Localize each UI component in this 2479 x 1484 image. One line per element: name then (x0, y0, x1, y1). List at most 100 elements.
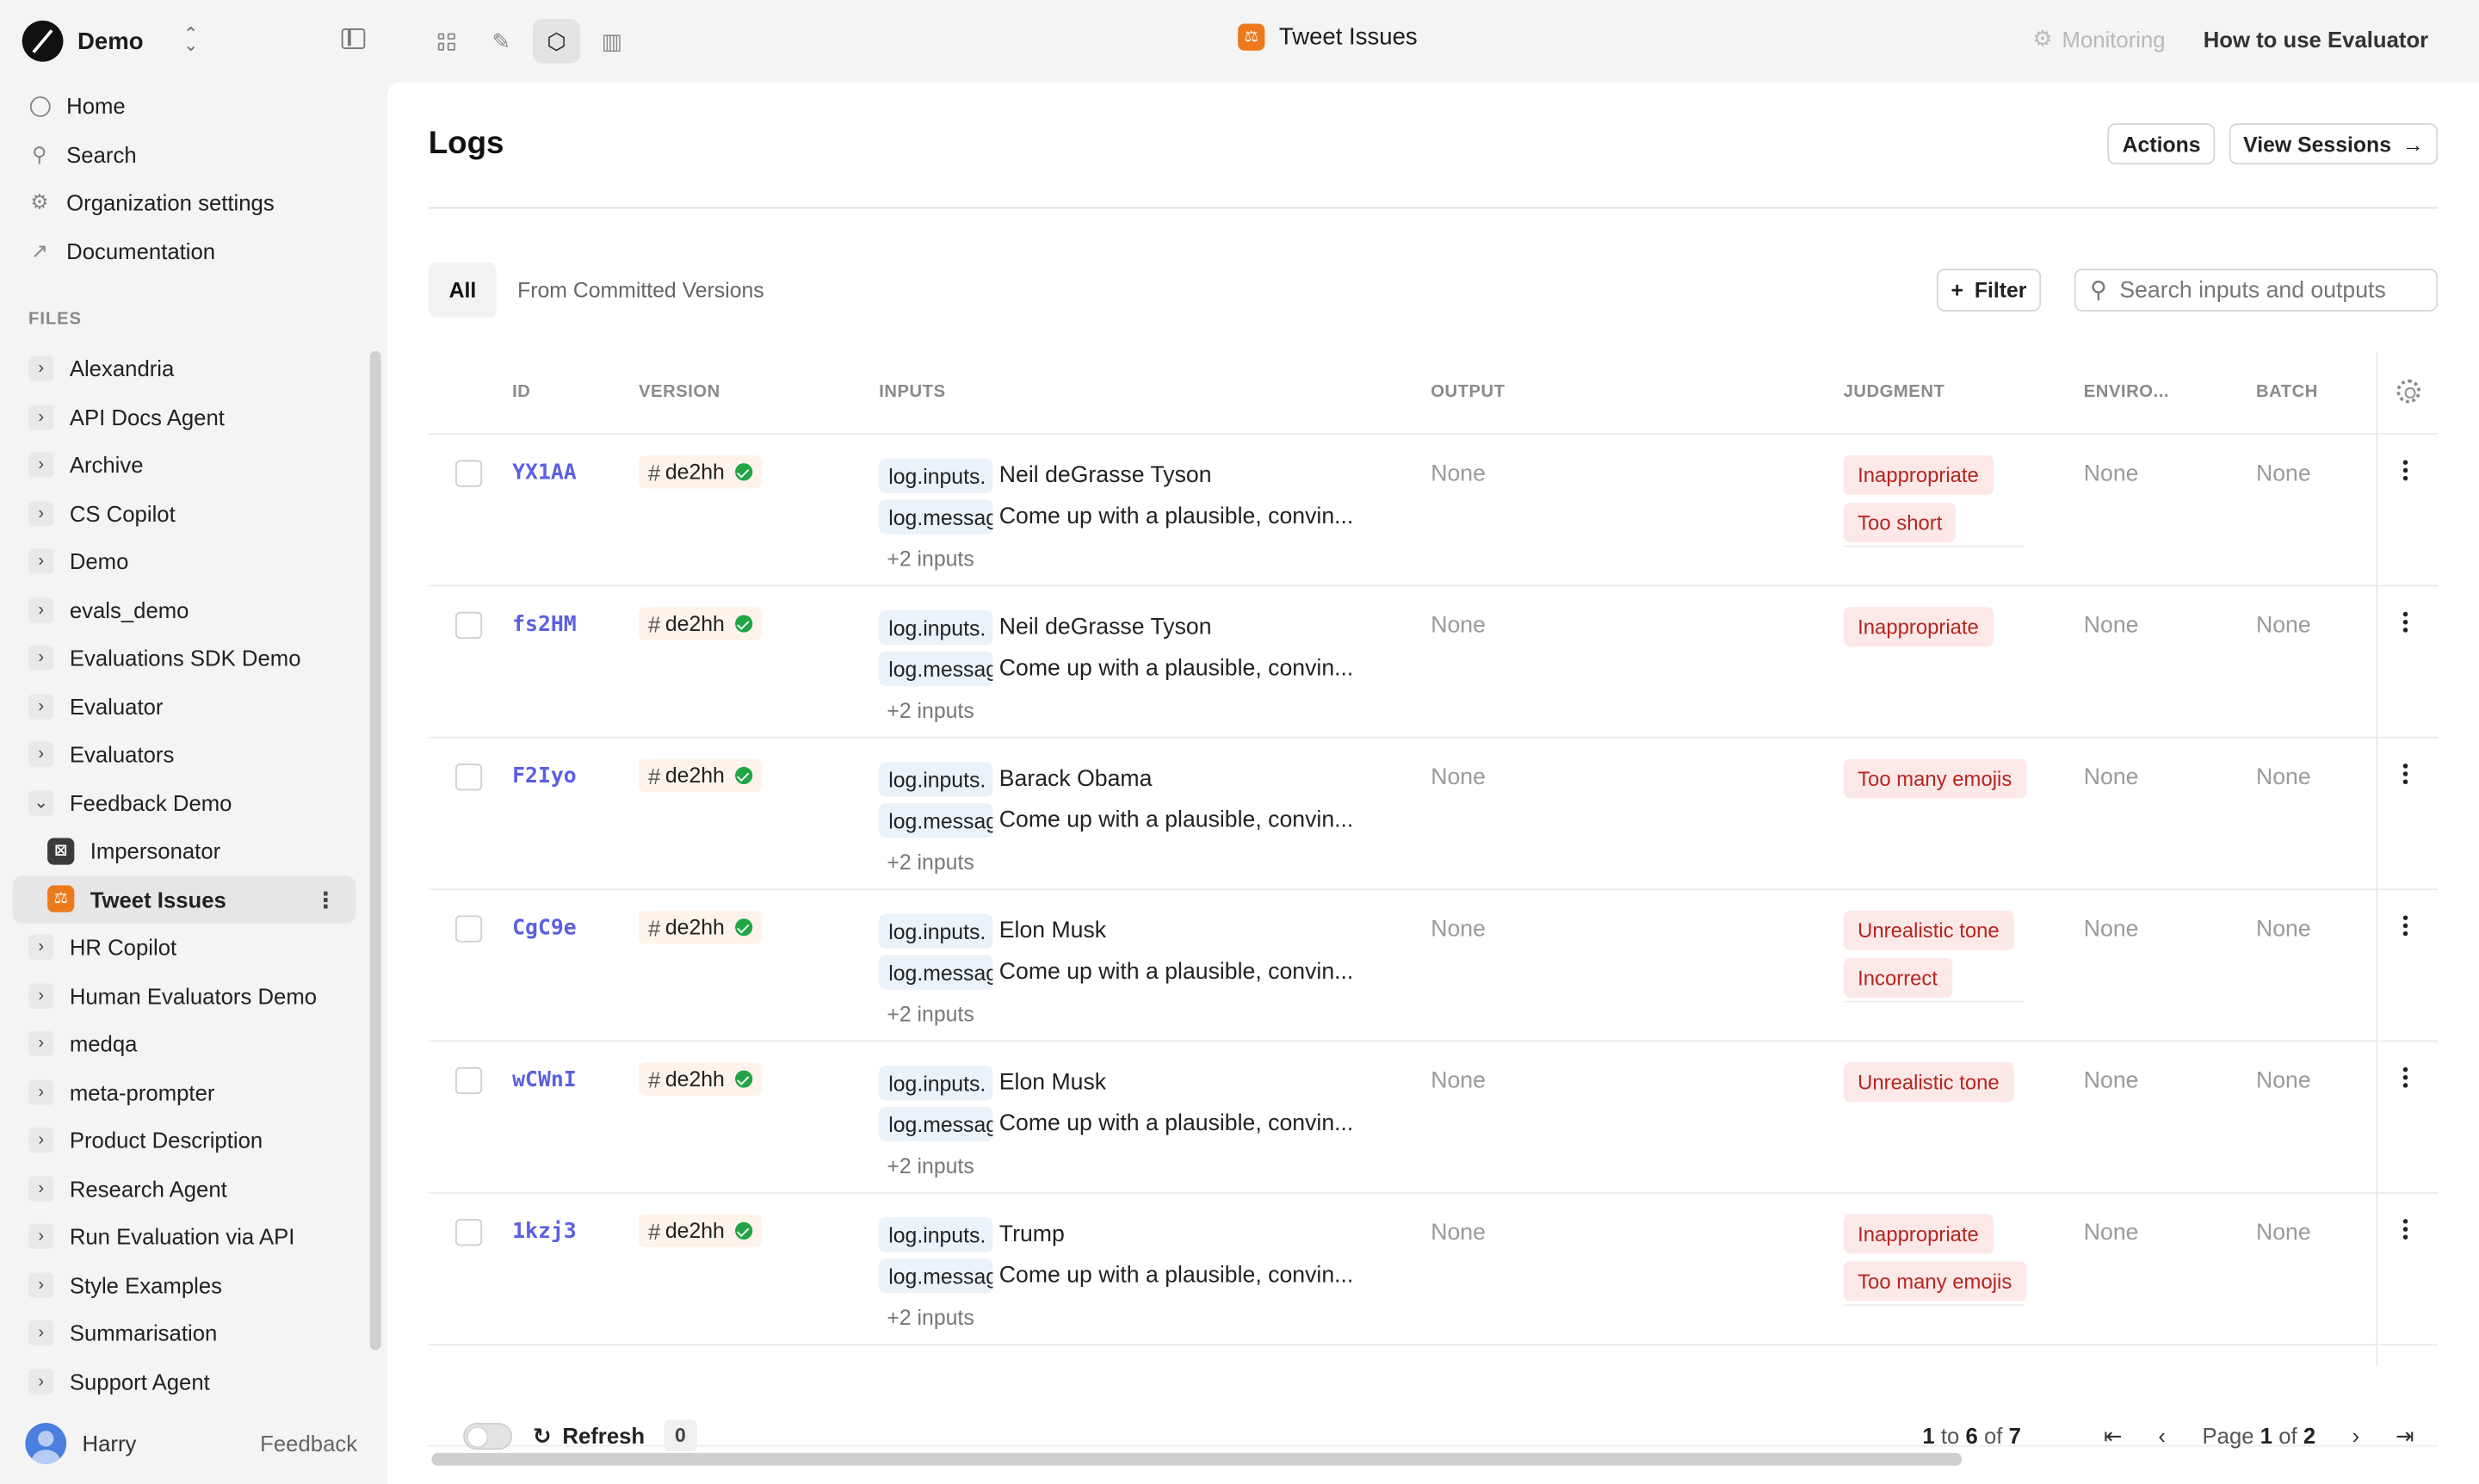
tree-folder[interactable]: › meta-prompter (13, 1068, 356, 1116)
tree-folder[interactable]: › evals_demo (13, 585, 356, 634)
tree-folder[interactable]: › Research Agent (13, 1165, 356, 1213)
chevron-right-icon[interactable]: › (28, 452, 54, 479)
log-id-link[interactable]: YX1AA (512, 460, 577, 485)
more-options-icon[interactable]: ⋮ (315, 886, 337, 911)
tree-folder[interactable]: › Evaluator (13, 683, 356, 731)
next-page-icon[interactable]: › (2334, 1419, 2377, 1453)
row-checkbox[interactable] (454, 611, 483, 640)
chevron-right-icon[interactable]: › (28, 934, 54, 961)
user-name[interactable]: Harry (83, 1431, 137, 1456)
tree-file-tweet-issues[interactable]: ⚖ Tweet Issues ⋮ (12, 875, 356, 924)
monitoring-mode-button[interactable]: ▥ (588, 19, 635, 63)
more-inputs-link[interactable]: +2 inputs (879, 1145, 1400, 1186)
row-checkbox[interactable] (454, 460, 483, 487)
last-page-icon[interactable]: ⇥ (2383, 1419, 2426, 1453)
column-header-judgment[interactable]: JUDGMENT (1844, 382, 1945, 401)
table-row[interactable]: CgC9e # de2hh log.inputs. Elon Musk log.me… (428, 890, 2439, 1042)
previous-page-icon[interactable]: ‹ (2141, 1419, 2184, 1453)
tree-folder[interactable]: › medqa (13, 1020, 356, 1068)
more-inputs-link[interactable]: +2 inputs (879, 992, 1400, 1034)
tree-folder[interactable]: › Evaluators (13, 731, 356, 779)
log-id-link[interactable]: 1kzj3 (512, 1219, 577, 1244)
chevron-down-icon[interactable]: ⌄ (28, 789, 54, 816)
auto-refresh-toggle[interactable] (463, 1423, 513, 1450)
log-id-link[interactable]: fs2HM (512, 612, 577, 637)
version-badge[interactable]: # de2hh (639, 454, 763, 489)
filter-button[interactable]: + Filter (1936, 269, 2042, 312)
nav-item-home[interactable]: Home (13, 83, 361, 131)
chevron-right-icon[interactable]: › (28, 597, 54, 623)
editor-mode-button[interactable]: ✎ (478, 19, 525, 63)
tab-from-committed-versions[interactable]: From Committed Versions (497, 263, 784, 318)
chevron-right-icon[interactable]: › (28, 356, 54, 382)
dashboard-mode-button[interactable] (422, 19, 469, 63)
version-badge[interactable]: # de2hh (639, 758, 763, 793)
version-badge[interactable]: # de2hh (639, 1214, 763, 1248)
chevron-right-icon[interactable]: › (28, 1128, 54, 1153)
tree-folder[interactable]: › Demo (13, 537, 356, 585)
logs-mode-button[interactable]: ⬡ (532, 19, 581, 64)
search-input[interactable]: ⚲ Search inputs and outputs (2074, 269, 2439, 312)
chevron-right-icon[interactable]: › (28, 741, 54, 768)
table-row[interactable]: fs2HM # de2hh log.inputs. Neil deGrasse Ty… (428, 586, 2439, 739)
nav-item-documentation[interactable]: ↗ Documentation (13, 227, 361, 275)
log-id-link[interactable]: F2Iyo (512, 764, 577, 788)
sidebar-collapse-icon[interactable] (341, 28, 366, 49)
row-checkbox[interactable] (454, 764, 483, 791)
chevron-right-icon[interactable]: › (28, 1369, 54, 1394)
sidebar-scrollbar[interactable] (369, 350, 381, 1351)
column-header-id[interactable]: ID (512, 382, 530, 401)
chevron-right-icon[interactable]: › (28, 1224, 54, 1250)
table-row[interactable]: F2Iyo # de2hh log.inputs. Barack Obama log… (428, 739, 2439, 891)
table-row[interactable]: 1kzj3 #de2hh log.inputs.Trump log.messag… (428, 1194, 2439, 1346)
workspace-switcher[interactable]: Demo ⌃ ⌄ (22, 20, 202, 62)
column-header-environment[interactable]: ENVIRO... (2084, 382, 2169, 401)
log-id-link[interactable]: CgC9e (512, 915, 577, 940)
tree-folder-open[interactable]: ⌄ Feedback Demo (13, 779, 356, 827)
tree-folder[interactable]: › Evaluations SDK Demo (13, 634, 356, 683)
monitoring-link[interactable]: ⚙ Monitoring (2032, 25, 2165, 52)
column-header-inputs[interactable]: INPUTS (879, 382, 945, 401)
tree-folder[interactable]: › Summarisation (13, 1309, 356, 1357)
chevron-right-icon[interactable]: › (28, 1272, 54, 1298)
chevron-right-icon[interactable]: › (28, 1320, 54, 1346)
tree-folder[interactable]: › Style Examples (13, 1261, 356, 1309)
column-header-batch[interactable]: BATCH (2256, 382, 2318, 401)
column-header-version[interactable]: VERSION (639, 382, 720, 401)
row-checkbox[interactable] (454, 1219, 483, 1246)
more-inputs-link[interactable]: +2 inputs (879, 689, 1400, 731)
tree-folder[interactable]: › Product Description (13, 1116, 356, 1165)
column-header-output[interactable]: OUTPUT (1431, 382, 1505, 401)
chevron-right-icon[interactable]: › (28, 693, 54, 720)
chevron-right-icon[interactable]: › (28, 404, 54, 430)
log-id-link[interactable]: wCWnI (512, 1067, 577, 1092)
tree-folder[interactable]: › HR Copilot (13, 924, 356, 972)
tree-folder[interactable]: › Human Evaluators Demo (13, 972, 356, 1020)
chevron-right-icon[interactable]: › (28, 500, 54, 527)
table-row[interactable]: YX1AA # de2hh log.inputs. Neil deGrasse Ty… (428, 435, 2439, 587)
feedback-link[interactable]: Feedback (260, 1431, 357, 1456)
more-inputs-link[interactable]: +2 inputs (879, 841, 1400, 882)
nav-item-organization-settings[interactable]: ⚙ Organization settings (13, 179, 361, 227)
tree-folder[interactable]: › Run Evaluation via API (13, 1213, 356, 1261)
row-checkbox[interactable] (454, 915, 483, 943)
chevron-right-icon[interactable]: › (28, 1079, 54, 1105)
chevron-right-icon[interactable]: › (28, 982, 54, 1009)
refresh-button[interactable]: ↻ Refresh 0 (533, 1419, 697, 1452)
actions-button[interactable]: Actions (2108, 123, 2216, 165)
avatar[interactable] (25, 1423, 67, 1464)
row-checkbox[interactable] (454, 1067, 483, 1094)
tree-folder[interactable]: › Alexandria (13, 344, 356, 393)
tree-folder[interactable]: › CS Copilot (13, 489, 356, 537)
tree-folder[interactable]: › Support Agent (13, 1357, 356, 1406)
more-inputs-link[interactable]: +2 inputs (879, 537, 1400, 578)
tree-folder[interactable]: › Archive (13, 441, 356, 489)
view-sessions-button[interactable]: View Sessions → (2229, 123, 2439, 165)
tab-all[interactable]: All (428, 262, 498, 318)
chevron-right-icon[interactable]: › (28, 1176, 54, 1202)
gear-icon[interactable] (2396, 379, 2420, 404)
version-badge[interactable]: # de2hh (639, 607, 763, 640)
first-page-icon[interactable]: ⇤ (2092, 1419, 2135, 1453)
how-to-use-link[interactable]: How to use Evaluator (2204, 26, 2428, 51)
chevron-right-icon[interactable]: › (28, 645, 54, 671)
